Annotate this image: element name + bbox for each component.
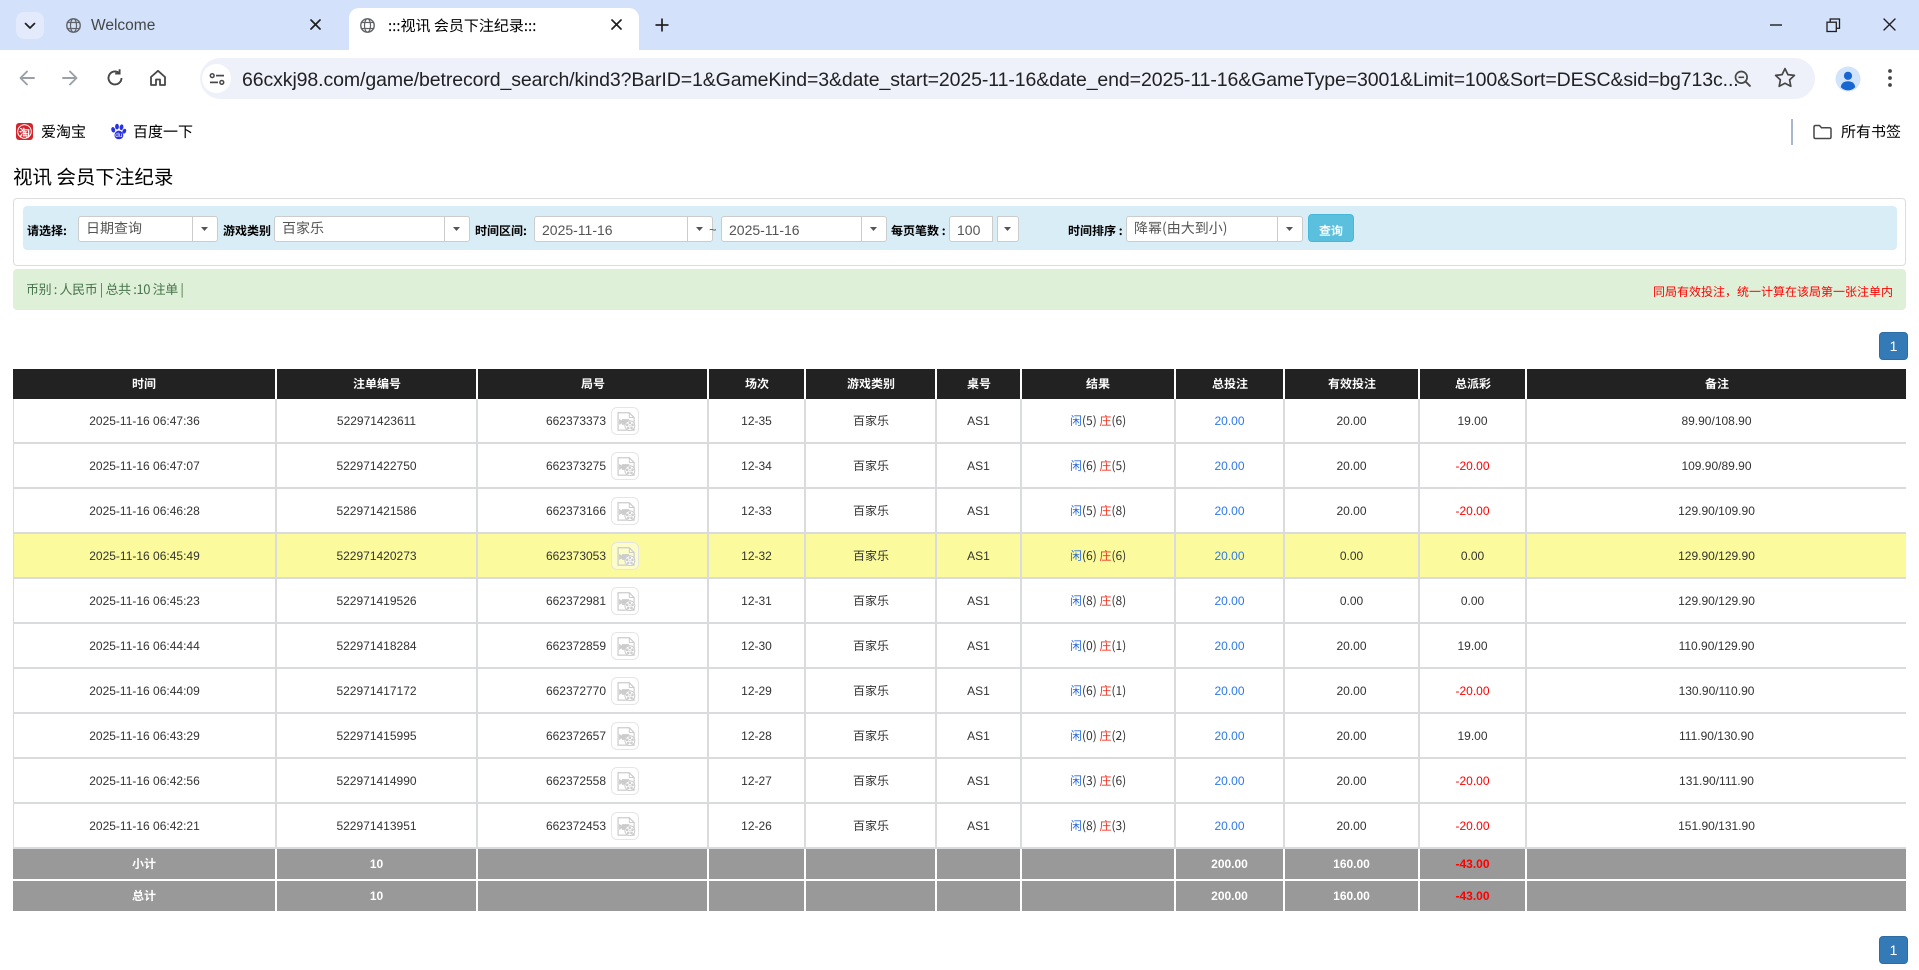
svg-text:du: du — [115, 132, 123, 139]
